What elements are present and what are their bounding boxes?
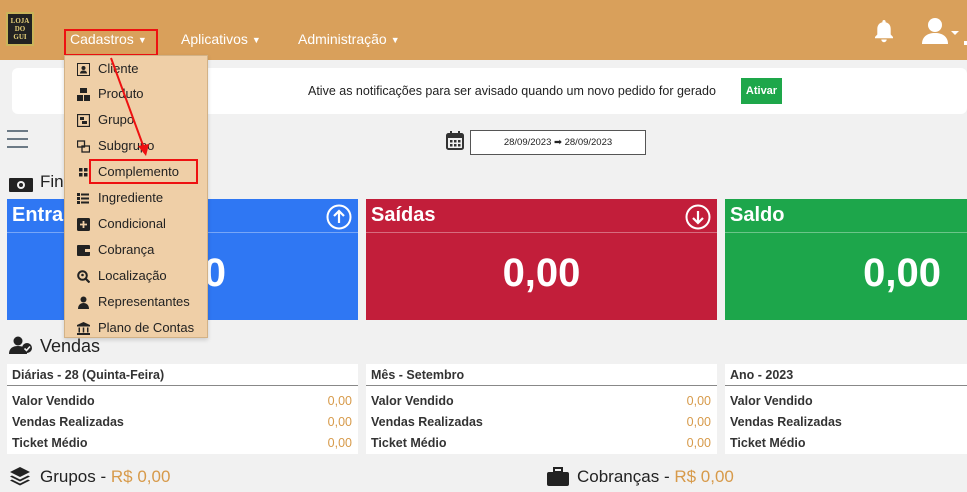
complemento-highlight-box bbox=[89, 159, 198, 184]
menu-item-plano-de-contas[interactable]: Plano de Contas bbox=[65, 316, 207, 341]
nav-administracao-label: Administração bbox=[298, 31, 387, 47]
menu-item-condicional[interactable]: Condicional bbox=[65, 212, 207, 237]
row-label: Valor Vendido bbox=[12, 394, 95, 408]
grupos-separator: - bbox=[95, 467, 111, 486]
grupos-total: R$ 0,00 bbox=[110, 467, 171, 486]
users-icon bbox=[9, 336, 33, 359]
row-value: 0,00 bbox=[327, 436, 352, 450]
vendas-mes-panel: Mês - Setembro Valor Vendido 0,00 Vendas… bbox=[366, 364, 717, 454]
wallet-icon bbox=[77, 245, 90, 256]
user-tie-icon bbox=[78, 296, 89, 309]
menu-item-label: Localização bbox=[98, 268, 167, 283]
menu-item-cobranca[interactable]: Cobrança bbox=[65, 238, 207, 263]
row-label: Vendas Realizadas bbox=[730, 415, 842, 429]
list-icon bbox=[77, 193, 89, 204]
menu-item-produto[interactable]: Produto bbox=[65, 82, 207, 107]
row-label: Ticket Médio bbox=[730, 436, 806, 450]
menu-item-label: Produto bbox=[98, 86, 144, 101]
card-value: 0,00 bbox=[502, 251, 581, 295]
menu-item-representantes[interactable]: Representantes bbox=[65, 290, 207, 315]
caret-down-icon: ▼ bbox=[251, 35, 261, 45]
menu-item-label: Subgrupo bbox=[98, 138, 155, 153]
row-label: Valor Vendido bbox=[730, 394, 813, 408]
row-label: Valor Vendido bbox=[371, 394, 454, 408]
row-label: Vendas Realizadas bbox=[371, 415, 483, 429]
nav-administracao[interactable]: Administração ▼ bbox=[298, 31, 400, 47]
date-range-input[interactable]: 28/09/2023 ➡ 28/09/2023 bbox=[470, 130, 646, 155]
row-label: Ticket Médio bbox=[12, 436, 88, 450]
card-title: Entra bbox=[12, 204, 64, 226]
menu-toggle-icon[interactable] bbox=[7, 130, 28, 154]
financeiro-title: Fin bbox=[40, 172, 64, 191]
card-value: 0,00 bbox=[863, 251, 941, 295]
menu-item-label: Grupo bbox=[98, 112, 135, 127]
row-value: 0,00 bbox=[686, 415, 711, 429]
saidas-card: Saídas 0,00 bbox=[366, 199, 717, 320]
row-label: Vendas Realizadas bbox=[12, 415, 124, 429]
logo-line: GUI bbox=[13, 33, 27, 41]
object-group-icon bbox=[77, 114, 90, 127]
row-value: 0,00 bbox=[686, 436, 711, 450]
row-label: Ticket Médio bbox=[371, 436, 447, 450]
menu-item-grupo[interactable]: Grupo bbox=[65, 108, 207, 133]
bank-icon bbox=[77, 322, 90, 335]
bell-icon[interactable] bbox=[873, 19, 895, 48]
boxes-icon bbox=[77, 88, 90, 101]
menu-item-label: Ingrediente bbox=[98, 190, 164, 205]
cadastros-highlight-box bbox=[64, 29, 158, 56]
cobrancas-title: Cobranças - R$ 0,00 bbox=[577, 467, 734, 487]
card-title: Saídas bbox=[371, 204, 436, 226]
caret-down-icon: ▼ bbox=[390, 35, 400, 45]
grupos-title: Grupos - R$ 0,00 bbox=[40, 467, 170, 487]
user-icon[interactable] bbox=[921, 17, 967, 50]
cobrancas-total: R$ 0,00 bbox=[674, 467, 734, 486]
menu-item-label: Cliente bbox=[98, 61, 139, 76]
cadastros-dropdown-menu: Cliente Produto Grupo Subgrupo Complemen… bbox=[64, 55, 208, 338]
row-value: 0,00 bbox=[327, 394, 352, 408]
activate-notifications-button[interactable]: Ativar bbox=[741, 78, 782, 104]
search-location-icon bbox=[77, 270, 90, 283]
menu-item-label: Plano de Contas bbox=[98, 320, 195, 335]
saldo-card: Saldo 0,00 bbox=[725, 199, 967, 320]
menu-item-label: Condicional bbox=[98, 216, 166, 231]
menu-item-cliente[interactable]: Cliente bbox=[65, 57, 207, 82]
card-divider bbox=[725, 232, 967, 233]
grupos-label: Grupos bbox=[40, 467, 96, 486]
vendas-diarias-panel: Diárias - 28 (Quinta-Feira) Valor Vendid… bbox=[7, 364, 358, 454]
logo-line: LOJA bbox=[10, 17, 30, 25]
logo[interactable]: LOJA DO GUI bbox=[6, 12, 34, 46]
cobrancas-label: Cobranças bbox=[577, 467, 660, 486]
calendar-icon[interactable] bbox=[446, 131, 464, 155]
briefcase-icon bbox=[547, 467, 569, 491]
menu-item-localizacao[interactable]: Localização bbox=[65, 264, 207, 289]
card-title: Saldo bbox=[730, 204, 785, 226]
menu-item-label: Cobrança bbox=[98, 242, 155, 257]
money-bill-icon bbox=[9, 178, 33, 197]
row-value: 0,00 bbox=[327, 415, 352, 429]
panel-header: Mês - Setembro bbox=[366, 364, 717, 386]
logo-line: DO bbox=[14, 25, 26, 33]
id-card-icon bbox=[77, 63, 90, 76]
row-value: 0,00 bbox=[686, 394, 711, 408]
arrow-circle-up-icon bbox=[326, 204, 352, 230]
nav-aplicativos[interactable]: Aplicativos ▼ bbox=[181, 31, 261, 47]
panel-header: Diárias - 28 (Quinta-Feira) bbox=[7, 364, 358, 386]
nav-aplicativos-label: Aplicativos bbox=[181, 31, 248, 47]
arrow-circle-down-icon bbox=[685, 204, 711, 230]
notification-text: Ative as notificações para ser avisado q… bbox=[308, 84, 716, 98]
object-ungroup-icon bbox=[77, 140, 90, 153]
cobrancas-separator: - bbox=[659, 467, 675, 486]
menu-item-subgrupo[interactable]: Subgrupo bbox=[65, 134, 207, 159]
plus-square-icon bbox=[77, 218, 90, 231]
card-divider bbox=[366, 232, 717, 233]
menu-item-label: Representantes bbox=[98, 294, 190, 309]
panel-header: Ano - 2023 bbox=[725, 364, 967, 386]
vendas-ano-panel: Ano - 2023 Valor Vendido Vendas Realizad… bbox=[725, 364, 967, 454]
menu-item-ingrediente[interactable]: Ingrediente bbox=[65, 186, 207, 211]
layer-group-icon bbox=[9, 466, 31, 491]
